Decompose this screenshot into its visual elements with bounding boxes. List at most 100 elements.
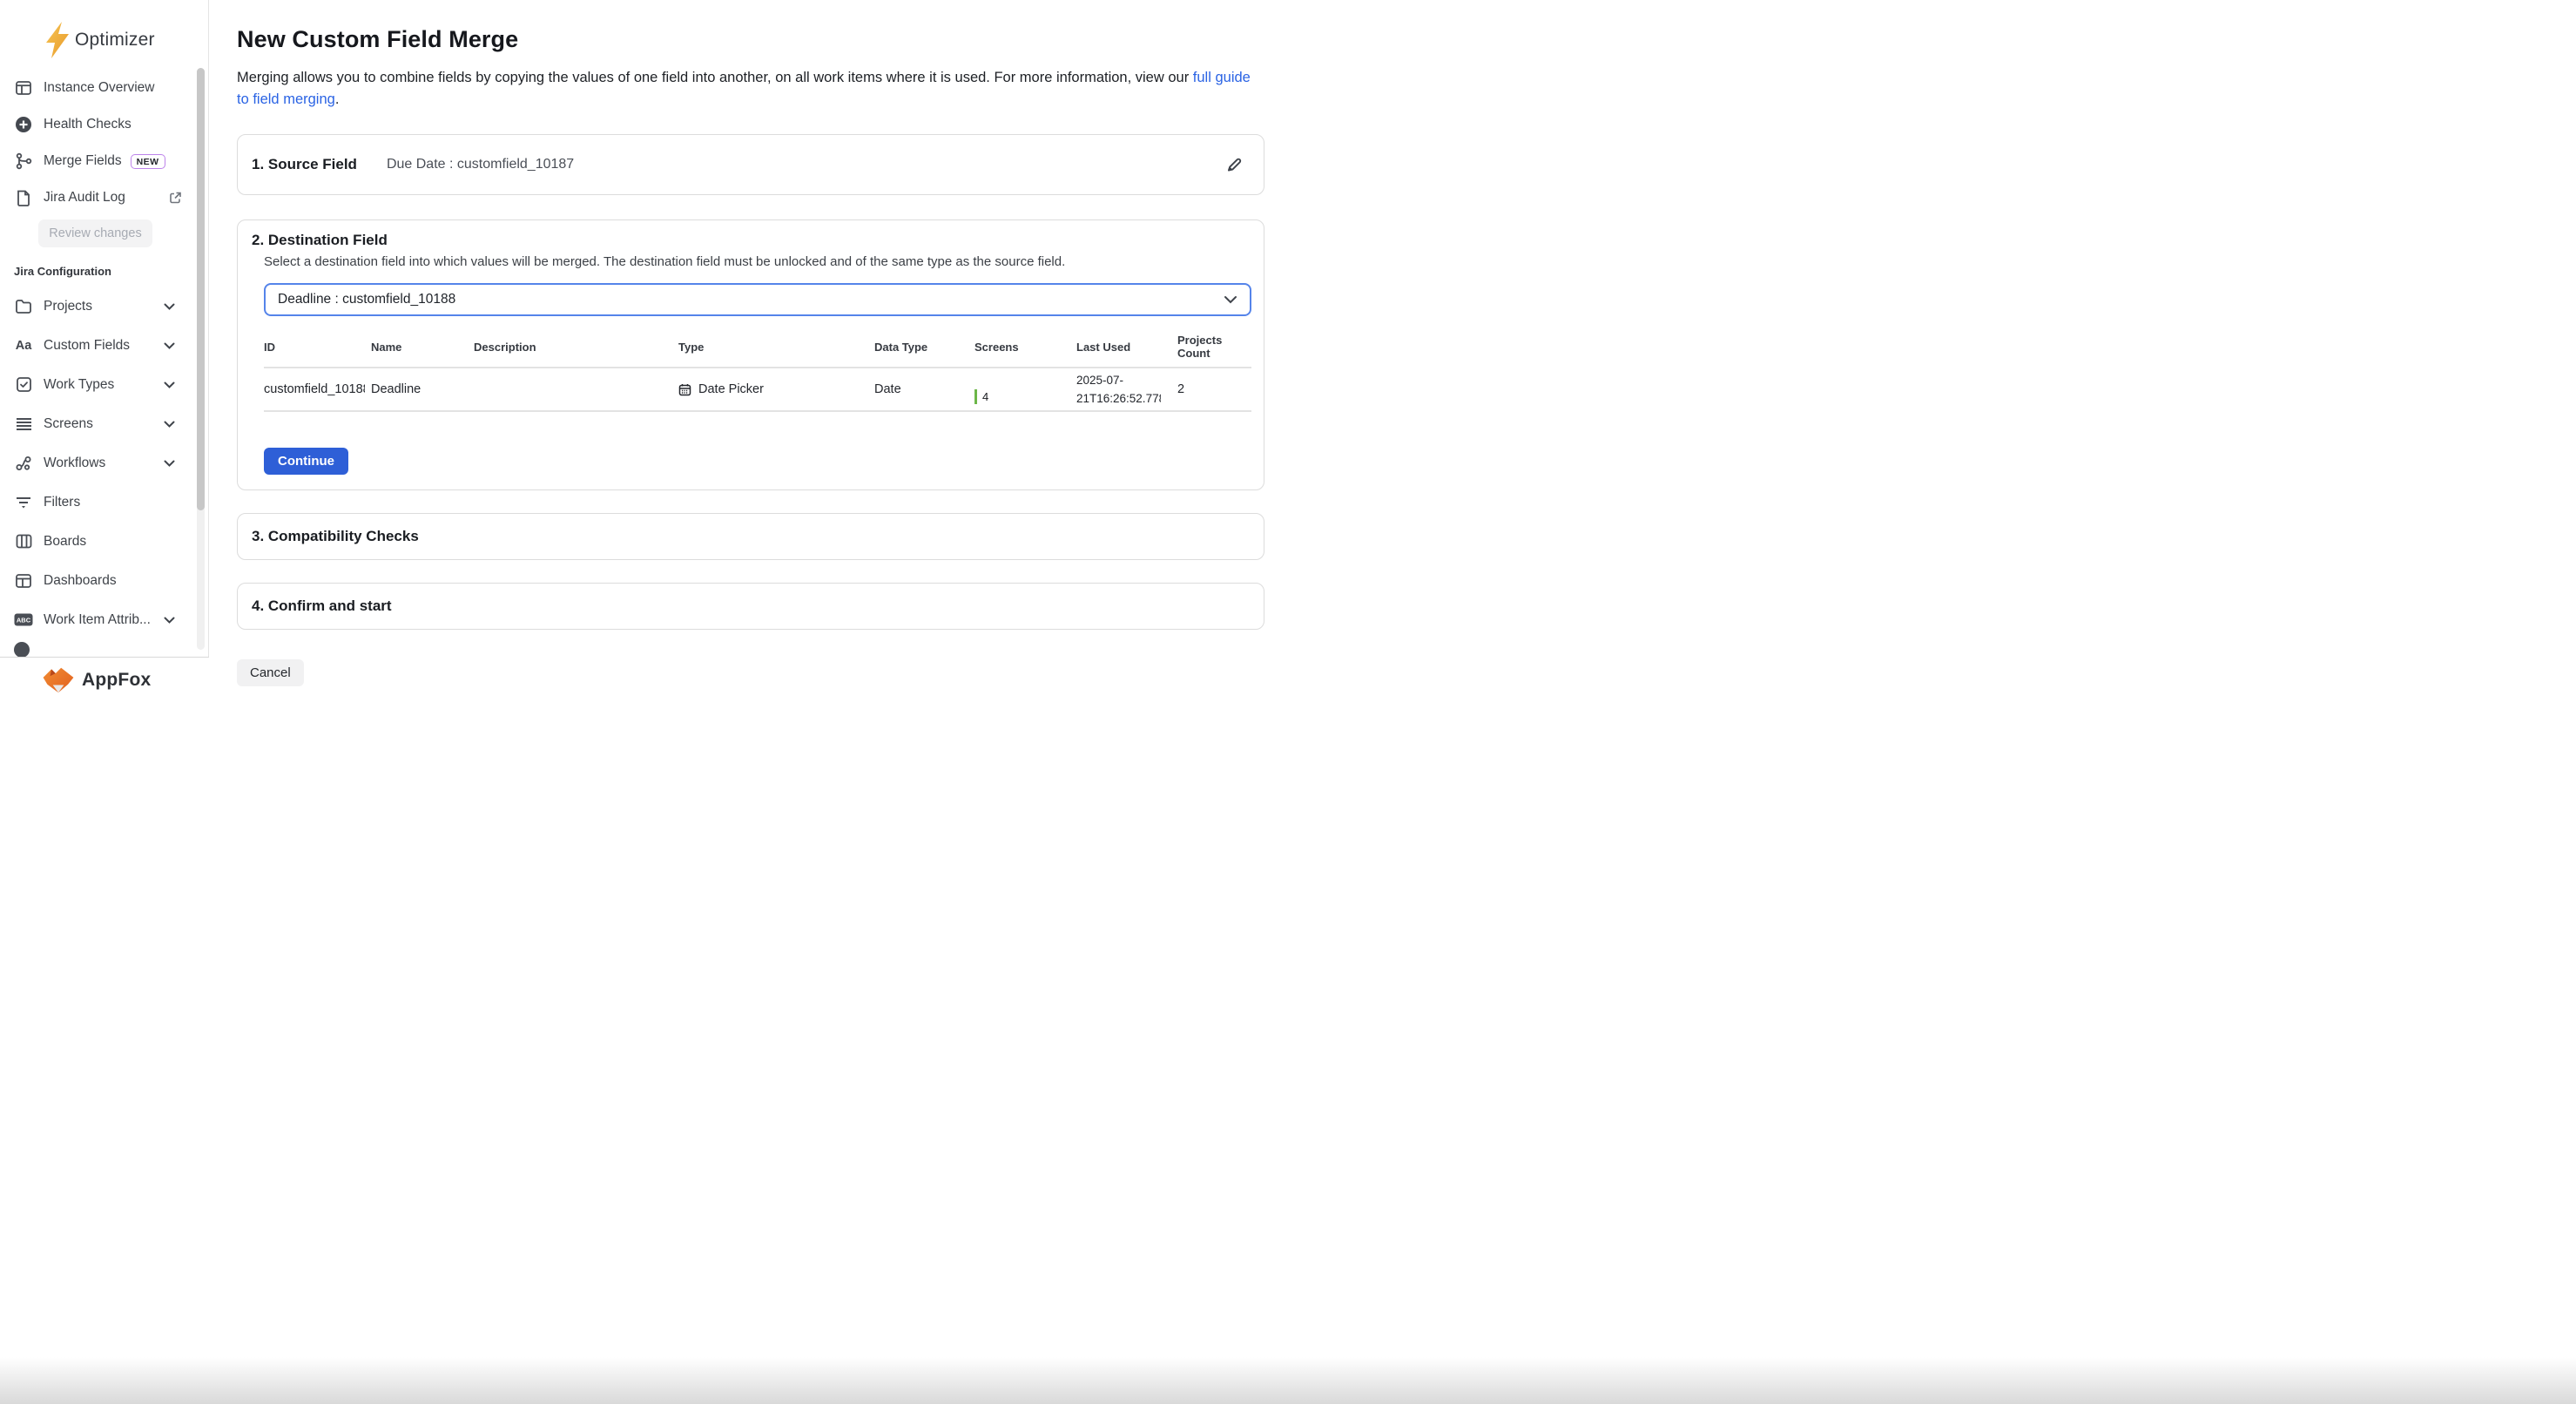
sidebar-item-custom-fields[interactable]: Aa Custom Fields <box>0 326 208 365</box>
source-field-heading: 1. Source Field <box>252 156 357 173</box>
sidebar-item-label: Work Item Attrib... <box>44 612 151 628</box>
sidebar-item-label: Health Checks <box>44 117 131 132</box>
work-types-icon <box>14 375 33 395</box>
cell-type-label: Date Picker <box>698 382 764 396</box>
edit-source-field-button[interactable] <box>1222 152 1246 177</box>
column-header-name: Name <box>371 341 474 354</box>
sidebar-item-merge-fields[interactable]: Merge Fields NEW <box>0 143 208 179</box>
compatibility-checks-heading: 3. Compatibility Checks <box>252 528 419 545</box>
chevron-down-icon <box>164 381 175 388</box>
chevron-down-icon <box>164 617 175 624</box>
pencil-icon <box>1225 156 1243 173</box>
column-header-id: ID <box>264 341 371 354</box>
cell-id: customfield_10188 <box>264 382 365 396</box>
compatibility-checks-card: 3. Compatibility Checks <box>237 513 1264 560</box>
sidebar: Optimizer Instance Overview Health Check… <box>0 0 209 702</box>
column-header-type: Type <box>678 341 874 354</box>
workflows-icon <box>14 454 33 473</box>
calendar-icon <box>678 383 691 396</box>
external-link-icon[interactable] <box>169 192 182 205</box>
sidebar-item-projects[interactable]: Projects <box>0 287 208 326</box>
chevron-down-icon <box>164 303 175 310</box>
continue-button[interactable]: Continue <box>264 448 348 475</box>
sidebar-nav-top: Instance Overview Health Checks Merge Fi… <box>0 70 208 247</box>
custom-fields-icon: Aa <box>14 336 33 355</box>
sidebar-item-label: Workflows <box>44 456 105 471</box>
source-field-value: Due Date : customfield_10187 <box>387 157 574 172</box>
cell-type: Date Picker <box>678 382 874 396</box>
confirm-and-start-card: 4. Confirm and start <box>237 583 1264 630</box>
appfox-brand-name: AppFox <box>82 670 151 691</box>
sidebar-item-jira-audit-log[interactable]: Jira Audit Log <box>0 179 208 216</box>
health-checks-icon <box>14 115 33 134</box>
sidebar-item-label: Merge Fields <box>44 153 122 169</box>
work-item-attributes-icon: ABC <box>14 611 33 630</box>
merge-fields-icon <box>14 152 33 171</box>
jira-audit-log-icon <box>14 188 33 207</box>
destination-field-card: 2. Destination Field Select a destinatio… <box>237 219 1264 490</box>
chevron-down-icon <box>164 421 175 428</box>
sidebar-item-label: Custom Fields <box>44 338 130 354</box>
sidebar-item-health-checks[interactable]: Health Checks <box>0 106 208 143</box>
sidebar-footer: AppFox <box>0 657 209 702</box>
sidebar-scrollbar-thumb[interactable] <box>197 68 205 510</box>
intro-text: Merging allows you to combine fields by … <box>237 70 1193 85</box>
column-header-last-used: Last Used <box>1076 341 1177 354</box>
intro-suffix: . <box>335 91 340 107</box>
sidebar-item-label: Instance Overview <box>44 80 155 96</box>
table-header-row: ID Name Description Type Data Type Scree… <box>264 334 1251 368</box>
column-header-screens: Screens <box>974 341 1076 354</box>
screens-icon <box>14 415 33 434</box>
cancel-button[interactable]: Cancel <box>237 659 304 686</box>
cell-data-type: Date <box>874 382 974 396</box>
sidebar-item-instance-overview[interactable]: Instance Overview <box>0 70 208 106</box>
destination-field-select[interactable]: Deadline : customfield_10188 <box>264 283 1251 316</box>
dashboards-icon <box>14 571 33 591</box>
screens-count: 4 <box>982 390 988 403</box>
sidebar-item-dashboards[interactable]: Dashboards <box>0 561 208 600</box>
column-header-description: Description <box>474 341 678 354</box>
sidebar-item-screens[interactable]: Screens <box>0 404 208 443</box>
sidebar-item-partial-icon <box>14 642 30 658</box>
confirm-and-start-heading: 4. Confirm and start <box>252 597 392 615</box>
filters-icon <box>14 493 33 512</box>
svg-text:ABC: ABC <box>17 617 31 624</box>
app-name: Optimizer <box>75 30 155 51</box>
sidebar-item-work-types[interactable]: Work Types <box>0 365 208 404</box>
sidebar-item-label: Work Types <box>44 377 114 393</box>
projects-icon <box>14 297 33 316</box>
new-badge: NEW <box>131 154 165 169</box>
lightning-bolt-icon <box>44 21 71 59</box>
destination-field-subtitle: Select a destination field into which va… <box>264 254 1250 269</box>
sidebar-item-filters[interactable]: Filters <box>0 483 208 522</box>
sidebar-item-label: Screens <box>44 416 93 432</box>
cell-last-used: 2025-07-21T16:26:52.778 <box>1076 371 1161 408</box>
chevron-down-icon <box>164 342 175 349</box>
sidebar-item-label: Filters <box>44 495 80 510</box>
column-header-data-type: Data Type <box>874 341 974 354</box>
destination-field-table: ID Name Description Type Data Type Scree… <box>264 334 1251 412</box>
sidebar-item-label: Dashboards <box>44 573 117 589</box>
sidebar-nav-jira-configuration: Projects Aa Custom Fields Work Types <box>0 287 208 639</box>
sidebar-item-work-item-attributes[interactable]: ABC Work Item Attrib... <box>0 600 208 639</box>
screens-meter-bar <box>974 389 977 404</box>
page-title: New Custom Field Merge <box>237 26 1264 53</box>
sidebar-item-label: Projects <box>44 299 92 314</box>
sidebar-item-workflows[interactable]: Workflows <box>0 443 208 483</box>
sidebar-item-label: Boards <box>44 534 86 550</box>
review-changes-button[interactable]: Review changes <box>38 219 152 247</box>
instance-overview-icon <box>14 78 33 98</box>
table-row[interactable]: customfield_10188 Deadline <box>264 368 1251 412</box>
boards-icon <box>14 532 33 551</box>
destination-field-heading: 2. Destination Field <box>252 232 1250 249</box>
destination-select-value: Deadline : customfield_10188 <box>278 292 455 307</box>
cell-projects-count: 2 <box>1177 382 1251 396</box>
page-intro: Merging allows you to combine fields by … <box>237 67 1264 111</box>
chevron-down-icon <box>1224 295 1237 304</box>
chevron-down-icon <box>164 460 175 467</box>
main-content: New Custom Field Merge Merging allows yo… <box>209 0 1288 702</box>
sidebar-item-boards[interactable]: Boards <box>0 522 208 561</box>
sidebar-item-label: Jira Audit Log <box>44 190 125 206</box>
appfox-logo-icon <box>42 666 75 694</box>
column-header-projects-count: Projects Count <box>1177 334 1251 360</box>
